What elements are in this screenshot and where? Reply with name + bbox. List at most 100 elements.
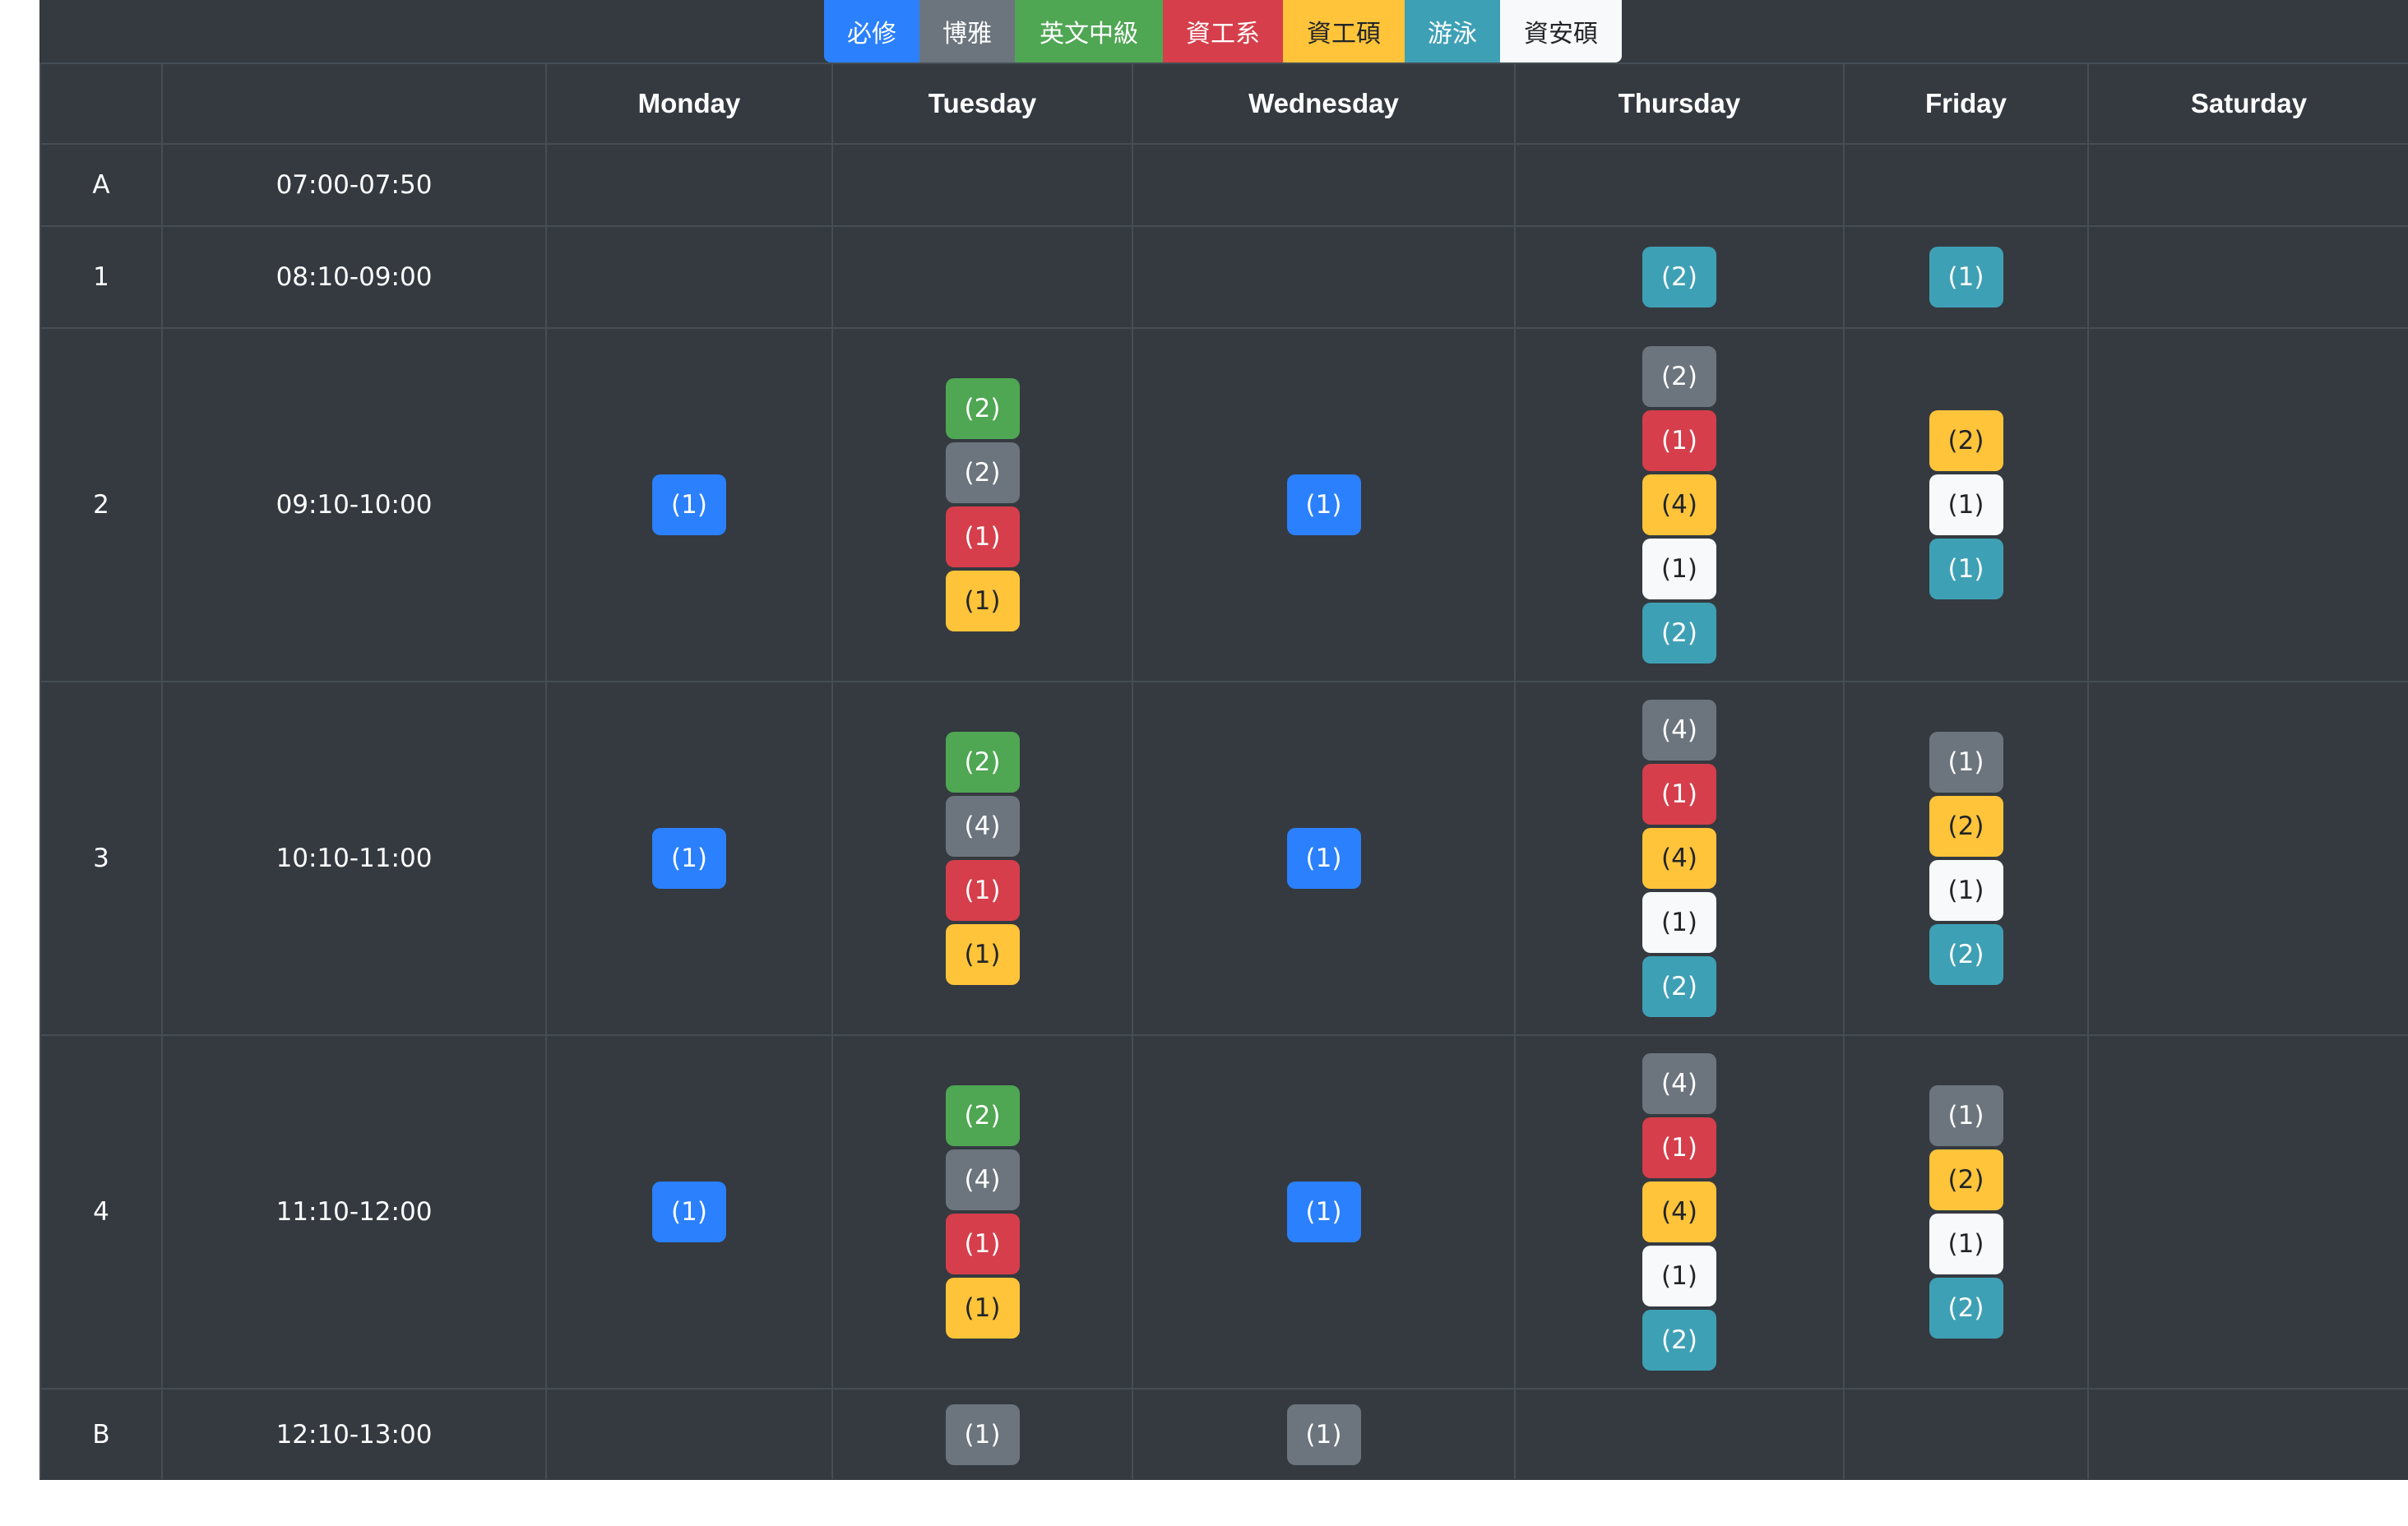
legend-item: 資工碩 [1283, 0, 1405, 62]
period-row: 2 09:10-10:00 (1) (2) (2) (1) (1) (1) (2) (1) (4)(… [39, 327, 2408, 682]
header-tuesday: Tuesday [831, 62, 1133, 145]
course-count-badge[interactable]: (2) [1929, 1278, 2003, 1339]
course-count-badge[interactable]: (2) [1642, 956, 1716, 1017]
course-count-badge[interactable]: (1) [1929, 474, 2003, 535]
course-count-badge[interactable]: (1) [1286, 1403, 1361, 1465]
course-count-badge[interactable]: (1) [1286, 828, 1361, 889]
course-count-badge[interactable]: (4) [1642, 700, 1716, 761]
schedule-cell: (1) [545, 327, 833, 682]
schedule-cell: (1) [545, 1034, 833, 1390]
course-count-badge[interactable]: (1) [945, 1214, 1020, 1274]
course-count-badge[interactable]: (1) [1642, 410, 1716, 471]
schedule-cell: (1) [1132, 327, 1516, 682]
schedule-cell: (1) [1132, 681, 1516, 1036]
course-count-badge[interactable]: (4) [1642, 1053, 1716, 1114]
period-row: B 12:10-13:00 (1) (1) [39, 1388, 2408, 1479]
course-count-badge[interactable]: (1) [945, 1403, 1020, 1465]
schedule-cell: (1) [831, 1388, 1133, 1479]
period-id: 1 [39, 225, 163, 329]
legend-item: 英文中級 [1015, 0, 1163, 62]
course-count-badge[interactable]: (1) [945, 506, 1020, 567]
course-count-badge[interactable]: (1) [1929, 860, 2003, 921]
course-count-badge[interactable]: (1) [1642, 764, 1716, 825]
course-count-badge[interactable]: (2) [945, 442, 1020, 503]
schedule-cell: (2) (1) (1) [1843, 327, 2089, 682]
schedule-cell [1843, 1388, 2089, 1479]
schedule-cell [831, 143, 1133, 227]
course-count-badge[interactable]: (1) [1929, 247, 2003, 308]
header-time [161, 62, 547, 145]
header-thursday: Thursday [1514, 62, 1845, 145]
schedule-cell [545, 225, 833, 329]
course-count-badge[interactable]: (4) [945, 1149, 1020, 1210]
header-row: Monday Tuesday Wednesday Thursday Friday… [39, 62, 2408, 145]
schedule-cell: (1) [1843, 225, 2089, 329]
course-count-badge[interactable]: (2) [1929, 1149, 2003, 1210]
course-count-badge[interactable]: (1) [945, 1278, 1020, 1339]
schedule-cell: (2) [1514, 225, 1845, 329]
course-count-badge[interactable]: (1) [1286, 1181, 1361, 1242]
course-count-badge[interactable]: (1) [945, 571, 1020, 631]
course-count-badge[interactable]: (1) [1929, 539, 2003, 599]
course-count-badge[interactable]: (1) [1642, 892, 1716, 953]
course-count-badge[interactable]: (2) [1642, 603, 1716, 664]
schedule-cell [2087, 681, 2408, 1036]
course-count-badge[interactable]: (1) [1929, 732, 2003, 793]
period-id: 4 [39, 1034, 163, 1390]
course-count-badge[interactable]: (2) [1929, 410, 2003, 471]
course-count-badge[interactable]: (2) [945, 732, 1020, 793]
course-count-badge[interactable]: (1) [652, 1181, 726, 1242]
course-count-badge[interactable]: (4) [945, 796, 1020, 857]
course-count-badge[interactable]: (2) [1929, 924, 2003, 985]
course-count-badge[interactable]: (1) [1642, 1246, 1716, 1306]
course-count-badge[interactable]: (1) [945, 924, 1020, 985]
schedule-cell: (4) (1) (4) (1) (2) [1514, 1034, 1845, 1390]
period-time: 12:10-13:00 [161, 1388, 547, 1479]
course-count-badge[interactable]: (1) [945, 860, 1020, 921]
schedule-cell: (1) [545, 681, 833, 1036]
course-count-badge[interactable]: (1) [652, 828, 726, 889]
schedule-cell: (1) [1132, 1388, 1516, 1479]
course-count-badge[interactable]: (2) [945, 1085, 1020, 1146]
legend-item: 資安碩 [1500, 0, 1622, 62]
legend-item: 博雅 [919, 0, 1015, 62]
course-count-badge[interactable]: (2) [1642, 1310, 1716, 1371]
course-count-badge[interactable]: (2) [1929, 796, 2003, 857]
header-friday: Friday [1843, 62, 2089, 145]
period-id: 2 [39, 327, 163, 682]
period-id: 3 [39, 681, 163, 1036]
period-id: B [39, 1388, 163, 1479]
schedule-cell: (2) (1) (4) (1) (2) [1514, 327, 1845, 682]
course-count-badge[interactable]: (4) [1642, 474, 1716, 535]
header-period [39, 62, 163, 145]
category-legend: 必修 博雅 英文中級 資工系 資工碩 游泳 資安碩 [824, 0, 1622, 62]
course-count-badge[interactable]: (2) [1642, 346, 1716, 407]
period-time: 09:10-10:00 [161, 327, 547, 682]
schedule-cell [1514, 1388, 1845, 1479]
schedule-cell: (2) (4) (1) (1) [831, 681, 1133, 1036]
course-count-badge[interactable]: (1) [1929, 1085, 2003, 1146]
header-saturday: Saturday [2087, 62, 2408, 145]
course-count-badge[interactable]: (2) [945, 378, 1020, 439]
schedule-cell [1132, 143, 1516, 227]
legend-item: 游泳 [1405, 0, 1500, 62]
period-row: 4 11:10-12:00 (1) (2) (4) (1) (1) (1) (4) (1) (4)(… [39, 1034, 2408, 1390]
course-count-badge[interactable]: (1) [1929, 1214, 2003, 1274]
schedule-cell [1514, 143, 1845, 227]
course-count-badge[interactable]: (1) [652, 474, 726, 535]
course-count-badge[interactable]: (4) [1642, 1181, 1716, 1242]
course-count-badge[interactable]: (1) [1642, 1117, 1716, 1178]
period-row: 3 10:10-11:00 (1) (2) (4) (1) (1) (1) (4) (1) (4)(… [39, 681, 2408, 1036]
header-monday: Monday [545, 62, 833, 145]
schedule-cell [1132, 225, 1516, 329]
course-count-badge[interactable]: (1) [1642, 539, 1716, 599]
course-count-badge[interactable]: (4) [1642, 828, 1716, 889]
course-count-badge[interactable]: (2) [1642, 247, 1716, 308]
period-time: 08:10-09:00 [161, 225, 547, 329]
period-time: 10:10-11:00 [161, 681, 547, 1036]
course-count-badge[interactable]: (1) [1286, 474, 1361, 535]
schedule-cell: (2) (2) (1) (1) [831, 327, 1133, 682]
schedule-cell [2087, 327, 2408, 682]
schedule-cell: (4) (1) (4) (1) (2) [1514, 681, 1845, 1036]
period-id: A [39, 143, 163, 227]
